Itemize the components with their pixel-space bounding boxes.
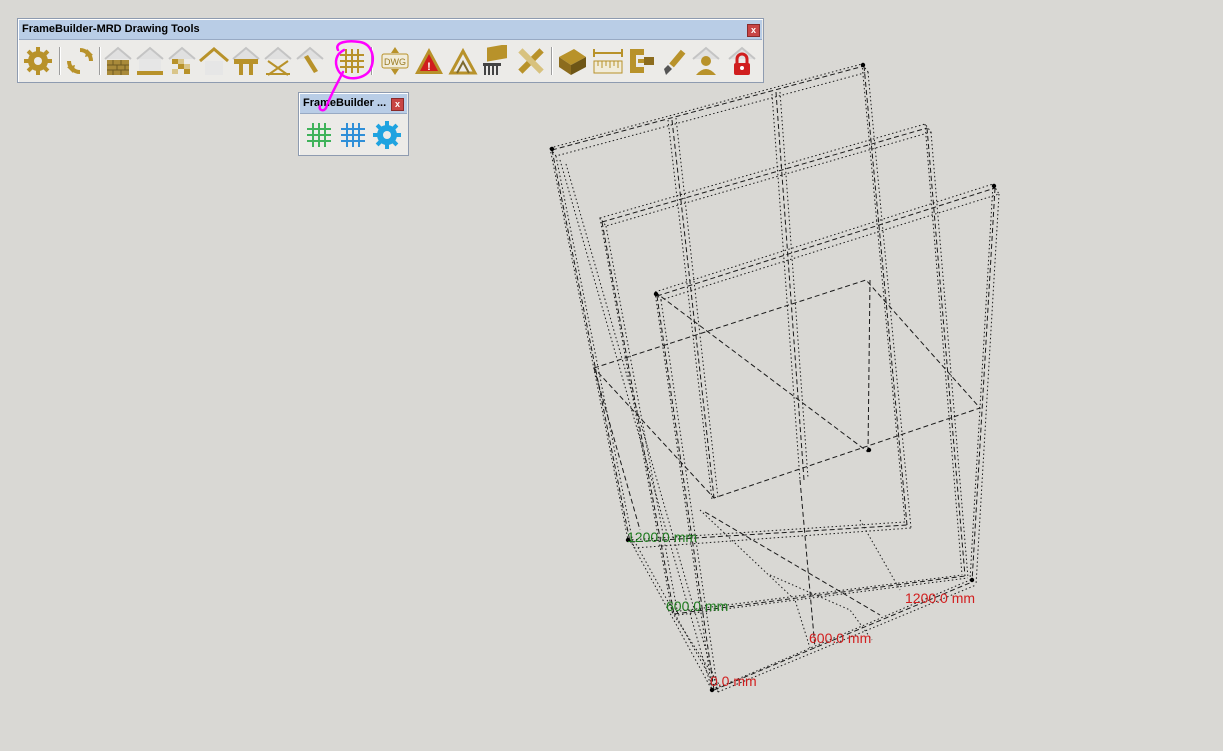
roof-tiles-icon[interactable]	[166, 45, 198, 77]
toolbar-separator	[99, 47, 101, 75]
sub-toolbar-title: FrameBuilder ...	[303, 97, 387, 109]
lock-icon[interactable]	[726, 45, 758, 77]
main-toolbar-title: FrameBuilder-MRD Drawing Tools	[22, 23, 200, 35]
roof-icon[interactable]	[198, 45, 230, 77]
gear-blue-icon[interactable]	[371, 119, 403, 151]
grid-blue-icon[interactable]	[337, 119, 369, 151]
grid-icon[interactable]	[336, 45, 368, 77]
dimension-label-red-0: 0.0 mm	[710, 673, 757, 689]
toolbar-separator	[59, 47, 61, 75]
roof-edit-icon[interactable]	[294, 45, 326, 77]
cut-list-icon[interactable]	[556, 45, 588, 77]
dimension-label-green-600: 600.0 mm	[666, 598, 728, 614]
dimension-label-green-1200: 1200.0 mm	[627, 529, 697, 545]
gable-icon[interactable]	[230, 45, 262, 77]
sub-toolbar-titlebar[interactable]: FrameBuilder ... x	[300, 94, 407, 114]
drawing-viewport[interactable]: 1200.0 mm 600.0 mm 1200.0 mm 600.0 mm 0.…	[0, 0, 1223, 751]
roof-cross-icon[interactable]	[262, 45, 294, 77]
dimension-icon[interactable]	[592, 45, 624, 77]
toolbar-separator	[371, 47, 373, 75]
warning-icon[interactable]: !	[413, 45, 445, 77]
grid-green-icon[interactable]	[303, 119, 335, 151]
pencil-ruler-icon[interactable]	[515, 45, 547, 77]
dwg-import-icon[interactable]: DWG	[379, 45, 411, 77]
clamp-icon[interactable]	[624, 45, 656, 77]
wall-icon[interactable]	[102, 45, 134, 77]
dimension-label-red-600: 600.0 mm	[809, 630, 871, 646]
dimension-label-red-1200: 1200.0 mm	[905, 590, 975, 606]
main-toolbar: FrameBuilder-MRD Drawing Tools x DWG !	[17, 18, 764, 83]
settings-gear-icon[interactable]	[22, 45, 54, 77]
warning-mark: !	[427, 61, 431, 73]
main-toolbar-titlebar[interactable]: FrameBuilder-MRD Drawing Tools x	[19, 20, 762, 40]
floor-icon[interactable]	[134, 45, 166, 77]
brush-icon[interactable]	[658, 45, 690, 77]
dwg-label: DWG	[384, 57, 406, 67]
truss-icon[interactable]	[447, 45, 479, 77]
refresh-icon[interactable]	[64, 45, 96, 77]
user-icon[interactable]	[690, 45, 722, 77]
toolbar-separator	[551, 47, 553, 75]
main-toolbar-close-button[interactable]: x	[747, 24, 760, 37]
stud-export-icon[interactable]	[479, 45, 511, 77]
sub-toolbar-close-button[interactable]: x	[391, 98, 404, 111]
sub-toolbar: FrameBuilder ... x	[298, 92, 409, 156]
